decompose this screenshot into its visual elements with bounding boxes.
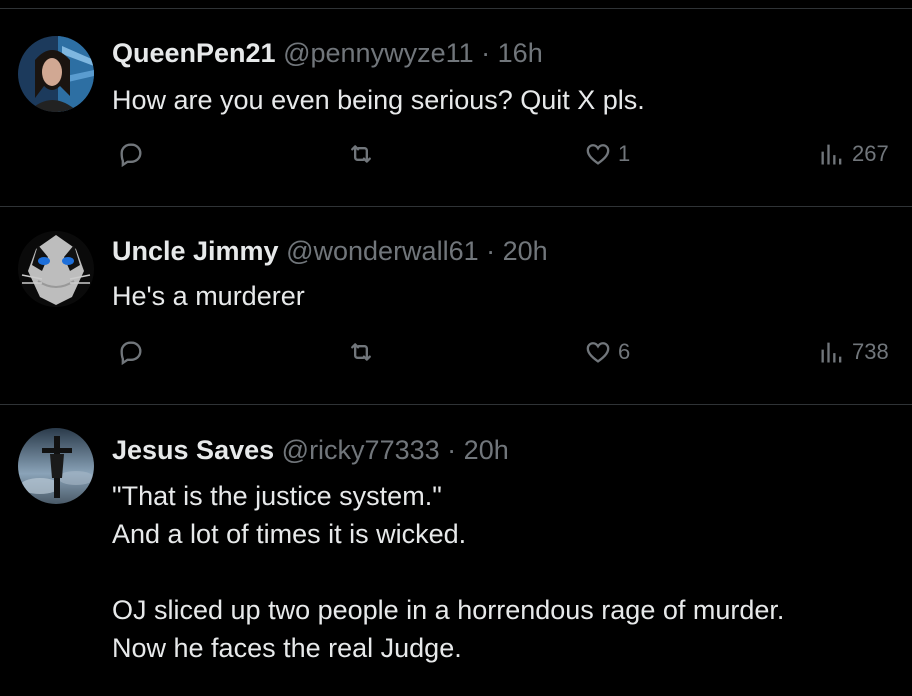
timestamp[interactable]: 16h <box>498 38 543 68</box>
tweet-text-line: How are you even being serious? Quit X p… <box>112 85 645 115</box>
views-button[interactable]: 738 <box>818 338 889 366</box>
tweet[interactable]: QueenPen21 @pennywyze11 · 16h How are yo… <box>0 0 912 206</box>
avatar-image <box>18 36 94 112</box>
tweet-text-line: And a lot of times it is wicked. <box>112 519 467 549</box>
retweet-button[interactable] <box>347 140 375 168</box>
display-name[interactable]: QueenPen21 <box>112 38 276 68</box>
like-button[interactable]: 1 <box>584 140 630 168</box>
tweet-text-line: Now he faces the real Judge. <box>112 633 462 663</box>
tweet-header: QueenPen21 @pennywyze11 · 16h <box>112 36 543 70</box>
display-name[interactable]: Jesus Saves <box>112 435 274 465</box>
tweet-text-line: He's a murderer <box>112 281 305 311</box>
avatar[interactable] <box>18 428 94 504</box>
tweet-text: He's a murderer <box>112 277 902 315</box>
tweet-text: How are you even being serious? Quit X p… <box>112 81 902 119</box>
avatar[interactable] <box>18 231 94 307</box>
reply-icon <box>120 341 142 366</box>
heart-icon <box>586 144 610 165</box>
tweet-text-line: "That is the justice system." <box>112 481 442 511</box>
retweet-icon <box>351 343 371 361</box>
view-count: 738 <box>852 339 889 364</box>
like-count: 1 <box>618 141 631 166</box>
avatar-image <box>18 231 94 307</box>
retweet-icon <box>351 145 371 163</box>
views-button[interactable]: 267 <box>818 140 889 168</box>
view-count: 267 <box>852 141 889 166</box>
action-bar: 1 267 <box>0 140 912 180</box>
separator: · <box>447 435 457 465</box>
like-count: 6 <box>618 339 631 364</box>
separator: · <box>486 236 496 266</box>
like-button[interactable]: 6 <box>584 338 630 366</box>
tweet-header: Uncle Jimmy @wonderwall61 · 20h <box>112 234 548 268</box>
tweet[interactable]: Uncle Jimmy @wonderwall61 · 20h He's a m… <box>0 207 912 404</box>
tweet-text-line: OJ sliced up two people in a horrendous … <box>112 595 785 625</box>
tweet-header: Jesus Saves @ricky77333 · 20h <box>112 433 509 467</box>
user-handle[interactable]: @pennywyze11 <box>283 38 474 68</box>
timestamp[interactable]: 20h <box>464 435 509 465</box>
separator: · <box>481 38 491 68</box>
avatar[interactable] <box>18 36 94 112</box>
views-icon <box>821 342 842 363</box>
reply-button[interactable] <box>117 140 145 168</box>
timestamp[interactable]: 20h <box>503 236 548 266</box>
tweet[interactable]: Jesus Saves @ricky77333 · 20h "That is t… <box>0 405 912 696</box>
views-icon <box>821 144 842 165</box>
display-name[interactable]: Uncle Jimmy <box>112 236 279 266</box>
heart-icon <box>586 342 610 363</box>
reply-button[interactable] <box>117 338 145 366</box>
action-bar: 6 738 <box>0 338 912 378</box>
user-handle[interactable]: @ricky77333 <box>282 435 440 465</box>
tweet-text: "That is the justice system." And a lot … <box>112 477 902 667</box>
avatar-image <box>18 428 94 504</box>
retweet-button[interactable] <box>347 338 375 366</box>
user-handle[interactable]: @wonderwall61 <box>286 236 479 266</box>
reply-icon <box>120 143 142 168</box>
